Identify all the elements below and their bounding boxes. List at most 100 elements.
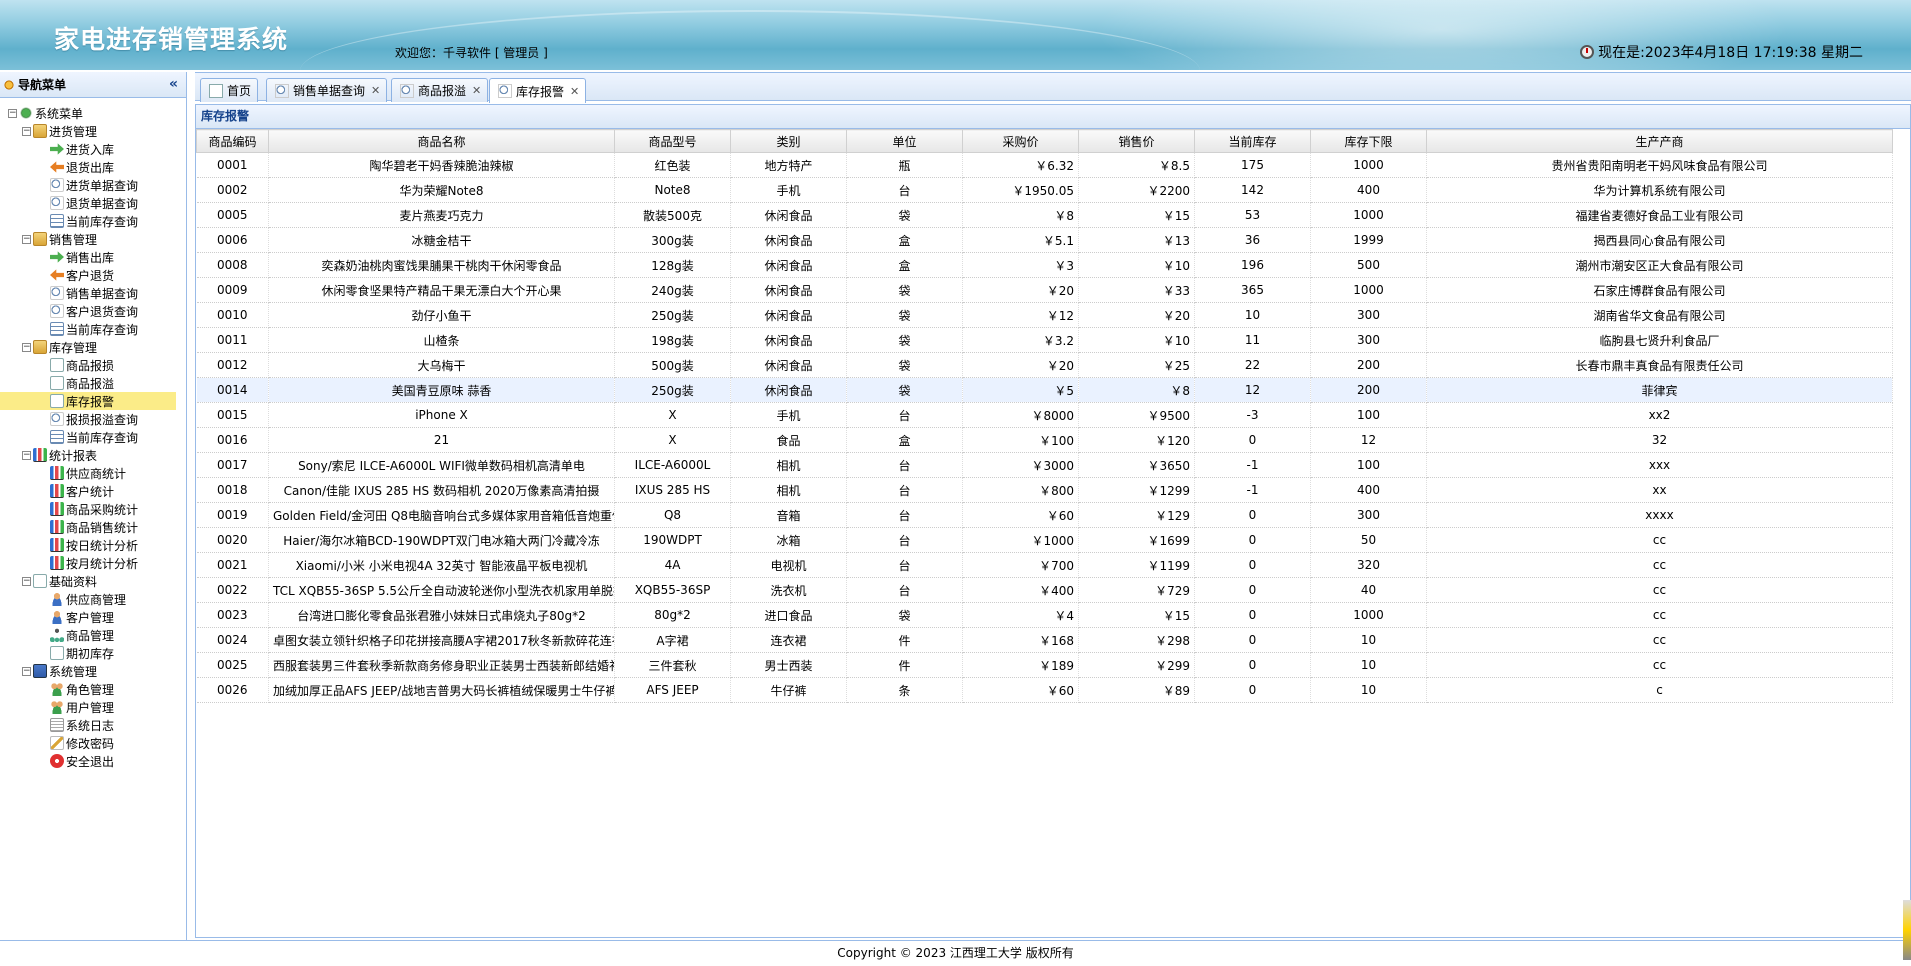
table-cell: 休闲食品 [730, 227, 847, 253]
column-header[interactable]: 销售价 [1078, 129, 1195, 153]
table-cell: ￥2200 [1078, 177, 1195, 203]
tree-item-2-4[interactable]: 当前库存查询 [0, 428, 186, 446]
tree-item-3-2[interactable]: 商品采购统计 [0, 500, 186, 518]
tree-item-5-4[interactable]: 安全退出 [0, 752, 186, 770]
tree-group-1[interactable]: − 销售管理 [0, 230, 186, 248]
tree-item-3-0[interactable]: 供应商统计 [0, 464, 186, 482]
table-cell: ￥8 [962, 202, 1079, 228]
table-row[interactable]: 0010 劲仔小鱼干 250g装 休闲食品袋 ￥12 ￥20 10 300 湖南省华文食品有限公… [196, 302, 1893, 328]
table-row[interactable]: 0026 加绒加厚正品AFS JEEP/战地吉普男大码长裤植绒保暖男士牛仔裤 AFS… [196, 677, 1893, 703]
collapse-toggle-icon[interactable]: − [22, 576, 31, 586]
table-row[interactable]: 0019 Golden Field/金河田 Q8电脑音响台式多媒体家用音箱低音炮重… [196, 502, 1893, 528]
collapse-toggle-icon[interactable]: − [22, 666, 31, 676]
tree-item-5-3[interactable]: 修改密码 [0, 734, 186, 752]
tree-root[interactable]: − 系统菜单 [0, 104, 186, 122]
table-row[interactable]: 0005 麦片燕麦巧克力 散装500克 休闲食品袋 ￥8 ￥15 53 1000 福建省麦德好食… [196, 202, 1893, 228]
tree-item-2-1[interactable]: 商品报溢 [0, 374, 186, 392]
table-row[interactable]: 0006 冰糖金桔干 300g装 休闲食品盒 ￥5.1 ￥13 36 1999 揭西县同心食品有… [196, 227, 1893, 253]
column-header[interactable]: 类别 [730, 129, 847, 153]
column-header[interactable]: 商品型号 [614, 129, 731, 153]
tree-item-4-0[interactable]: 供应商管理 [0, 590, 186, 608]
collapse-sidebar-button[interactable]: « [169, 76, 178, 92]
tree-item-5-1[interactable]: 用户管理 [0, 698, 186, 716]
column-header[interactable]: 商品编码 [196, 129, 269, 153]
column-header[interactable]: 当前库存 [1194, 129, 1311, 153]
tab-2[interactable]: 商品报溢 ✕ [391, 78, 489, 102]
table-cell: 0011 [196, 327, 269, 353]
column-header[interactable]: 采购价 [962, 129, 1079, 153]
tree-item-0-2[interactable]: 进货单据查询 [0, 176, 186, 194]
tab-3[interactable]: 库存报警 ✕ [489, 78, 587, 103]
table-row[interactable]: 0017 Sony/索尼 ILCE-A6000L WIFI微单数码相机高清单电 IL… [196, 452, 1893, 478]
column-header[interactable]: 商品名称 [268, 129, 615, 153]
table-row[interactable]: 0009 休闲零食坚果特产精品干果无漂白大个开心果 240g装 休闲食品袋 ￥20 ￥33… [196, 277, 1893, 303]
tree-item-5-0[interactable]: 角色管理 [0, 680, 186, 698]
tree-item-1-0[interactable]: 销售出库 [0, 248, 186, 266]
tree-item-label: 供应商统计 [66, 466, 127, 481]
table-row[interactable]: 0015 iPhone X X 手机台 ￥8000 ￥9500 -3 100 xx2 [196, 402, 1893, 428]
table-row[interactable]: 0016 21 X 食品盒 ￥100 ￥120 0 12 32 [196, 427, 1893, 453]
tree-item-0-0[interactable]: 进货入库 [0, 140, 186, 158]
collapse-toggle-icon[interactable]: − [22, 342, 31, 352]
tree-group-0[interactable]: − 进货管理 [0, 122, 186, 140]
table-cell: 0017 [196, 452, 269, 478]
tree-item-1-1[interactable]: 客户退货 [0, 266, 186, 284]
tree-item-2-3[interactable]: 报损报溢查询 [0, 410, 186, 428]
tree-item-2-2[interactable]: 库存报警 [0, 392, 176, 410]
table-cell: 1000 [1310, 602, 1427, 628]
tree-group-4[interactable]: − 基础资料 [0, 572, 186, 590]
table-row[interactable]: 0025 西服套装男三件套秋季新款商务修身职业正装男士西装新郎结婚礼服 三件套秋 男士… [196, 652, 1893, 678]
table-row[interactable]: 0001 陶华碧老干妈香辣脆油辣椒 红色装 地方特产瓶 ￥6.32 ￥8.5 175 1000… [196, 152, 1893, 178]
close-icon[interactable]: ✕ [570, 85, 579, 98]
table-cell: c [1426, 677, 1893, 703]
column-header[interactable]: 单位 [846, 129, 963, 153]
table-row[interactable]: 0002 华为荣耀Note8 Note8 手机台 ￥1950.05 ￥2200 142 400… [196, 177, 1893, 203]
stock-alert-table: 商品编码 商品名称 商品型号 类别 单位 采购价 销售价 当前库存 库存下限 生产产商 0001 陶… [196, 129, 1893, 703]
column-header[interactable]: 库存下限 [1310, 129, 1427, 153]
table-row[interactable]: 0022 TCL XQB55-36SP 5.5公斤全自动波轮迷你小型洗衣机家用单脱… [196, 577, 1893, 603]
table-row[interactable]: 0020 Haier/海尔冰箱BCD-190WDPT双门电冰箱大两门冷藏冷冻 190… [196, 527, 1893, 553]
table-row[interactable]: 0011 山楂条 198g装 休闲食品袋 ￥3.2 ￥10 11 300 临朐县七贤升利食品厂 [196, 327, 1893, 353]
column-header[interactable]: 生产产商 [1426, 129, 1893, 153]
app-header: 家电进存销管理系统 欢迎您：千寻软件 [ 管理员 ] 现在是:2023年4月18… [0, 0, 1911, 70]
table-cell: ￥729 [1078, 577, 1195, 603]
close-icon[interactable]: ✕ [472, 84, 481, 97]
table-row[interactable]: 0018 Canon/佳能 IXUS 285 HS 数码相机 2020万像素高清拍… [196, 477, 1893, 503]
table-row[interactable]: 0021 Xiaomi/小米 小米电视4A 32英寸 智能液晶平板电视机 4A 电视机… [196, 552, 1893, 578]
tree-group-2[interactable]: − 库存管理 [0, 338, 186, 356]
table-row[interactable]: 0008 奕森奶油桃肉蜜饯果脯果干桃肉干休闲零食品 128g装 休闲食品盒 ￥3 ￥10 1… [196, 252, 1893, 278]
table-row[interactable]: 0023 台湾进口膨化零食品张君雅小妹妹日式串烧丸子80g*2 80g*2 进口食品袋… [196, 602, 1893, 628]
tree-item-1-4[interactable]: 当前库存查询 [0, 320, 186, 338]
table-row[interactable]: 0014 美国青豆原味 蒜香 250g装 休闲食品袋 ￥5 ￥8 12 200 菲律宾 [196, 377, 1893, 403]
tree-item-3-4[interactable]: 按日统计分析 [0, 536, 186, 554]
tree-item-1-3[interactable]: 客户退货查询 [0, 302, 186, 320]
tree-item-3-1[interactable]: 客户统计 [0, 482, 186, 500]
tab-1[interactable]: 销售单据查询 ✕ [266, 78, 388, 102]
table-cell: 长春市鼎丰真食品有限责任公司 [1426, 352, 1893, 378]
collapse-toggle-icon[interactable]: − [22, 234, 31, 244]
tree-item-4-3[interactable]: 期初库存 [0, 644, 186, 662]
tree-item-0-3[interactable]: 退货单据查询 [0, 194, 186, 212]
tree-item-4-2[interactable]: 商品管理 [0, 626, 186, 644]
tab-0[interactable]: 首页 [200, 78, 259, 102]
table-cell: ￥3650 [1078, 452, 1195, 478]
collapse-toggle-icon[interactable]: − [8, 108, 17, 118]
tree-item-0-1[interactable]: 退货出库 [0, 158, 186, 176]
tree-item-1-2[interactable]: 销售单据查询 [0, 284, 186, 302]
collapse-toggle-icon[interactable]: − [22, 450, 31, 460]
collapse-toggle-icon[interactable]: − [22, 126, 31, 136]
tree-item-5-2[interactable]: 系统日志 [0, 716, 186, 734]
table-cell: cc [1426, 602, 1893, 628]
tree-item-0-4[interactable]: 当前库存查询 [0, 212, 186, 230]
table-cell: Q8 [614, 502, 731, 528]
tree-item-2-0[interactable]: 商品报损 [0, 356, 186, 374]
tree-group-5[interactable]: − 系统管理 [0, 662, 186, 680]
tree-item-3-3[interactable]: 商品销售统计 [0, 518, 186, 536]
table-row[interactable]: 0024 卓图女装立领针织格子印花拼接高腰A字裙2017秋冬新款碎花连衣裙 A字裙连… [196, 627, 1893, 653]
tree-item-4-1[interactable]: 客户管理 [0, 608, 186, 626]
table-row[interactable]: 0012 大乌梅干 500g装 休闲食品袋 ￥20 ￥25 22 200 长春市鼎丰真食品有限责… [196, 352, 1893, 378]
tree-group-3[interactable]: − 统计报表 [0, 446, 186, 464]
tree-item-3-5[interactable]: 按月统计分析 [0, 554, 186, 572]
close-icon[interactable]: ✕ [371, 84, 380, 97]
table-cell: 0019 [196, 502, 269, 528]
